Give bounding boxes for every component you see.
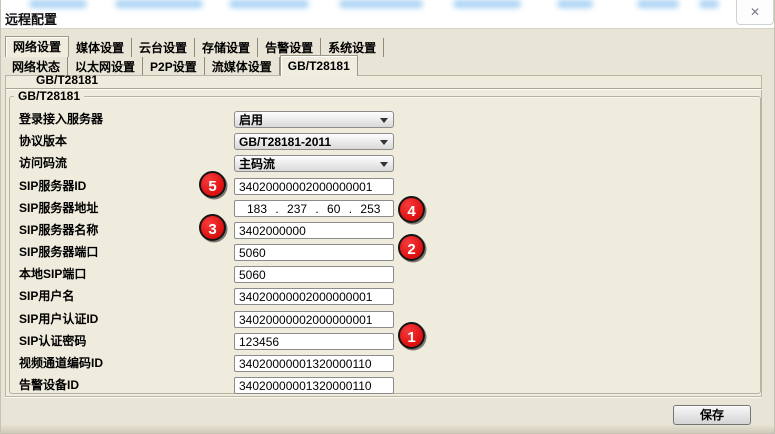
- field-label-告警设备ID: 告警设备ID: [19, 377, 79, 394]
- input-本地SIP端口[interactable]: [234, 266, 394, 283]
- chevron-down-icon: [380, 140, 388, 145]
- redacted-text-blur: [637, 0, 679, 8]
- annotation-badge-1: 1: [398, 322, 425, 349]
- annotation-badge-4: 4: [398, 196, 425, 223]
- input-告警设备ID[interactable]: [234, 377, 394, 394]
- annotation-badge-3: 3: [199, 214, 226, 241]
- tab-l2-流媒体设置[interactable]: 流媒体设置: [205, 57, 280, 76]
- field-label-SIP服务器端口: SIP服务器端口: [19, 244, 98, 261]
- field-label-视频通道编码ID: 视频通道编码ID: [19, 355, 103, 372]
- caption-separator: [6, 88, 762, 90]
- field-label-SIP认证密码: SIP认证密码: [19, 333, 86, 350]
- redacted-text-blur: [453, 0, 521, 8]
- title-bar: 远程配置 ✕: [1, 0, 775, 29]
- tab-l1-存储设置[interactable]: 存储设置: [195, 38, 258, 57]
- redacted-text-blur: [699, 0, 719, 8]
- input-SIP服务器地址[interactable]: [234, 200, 394, 217]
- close-button[interactable]: ✕: [736, 0, 774, 25]
- redacted-text-blur: [115, 0, 203, 8]
- tab-bar-level1: 网络设置媒体设置云台设置存储设置告警设置系统设置: [5, 36, 384, 57]
- annotation-badge-2: 2: [398, 234, 425, 261]
- tab-l1-媒体设置[interactable]: 媒体设置: [69, 38, 132, 57]
- redacted-text-blur: [557, 0, 593, 8]
- remote-config-dialog: 远程配置 ✕ 网络设置媒体设置云台设置存储设置告警设置系统设置 网络状态以太网设…: [0, 0, 775, 434]
- dropdown-访问码流[interactable]: 主码流: [234, 155, 394, 172]
- input-SIP服务器端口[interactable]: [234, 244, 394, 261]
- dropdown-协议版本[interactable]: GB/T28181-2011: [234, 133, 394, 150]
- field-label-SIP服务器ID: SIP服务器ID: [19, 178, 86, 195]
- input-视频通道编码ID[interactable]: [234, 355, 394, 372]
- tab-l1-网络设置[interactable]: 网络设置: [5, 36, 69, 57]
- dropdown-value: 启用: [239, 113, 263, 127]
- input-SIP服务器名称[interactable]: [234, 222, 394, 239]
- input-SIP用户认证ID[interactable]: [234, 311, 394, 328]
- redacted-text-blur: [29, 0, 87, 8]
- close-icon: ✕: [750, 6, 760, 18]
- field-label-访问码流: 访问码流: [19, 155, 67, 172]
- tab-l1-云台设置[interactable]: 云台设置: [132, 38, 195, 57]
- redacted-text-blur: [339, 0, 423, 8]
- field-label-SIP用户名: SIP用户名: [19, 288, 74, 305]
- field-label-SIP服务器名称: SIP服务器名称: [19, 222, 98, 239]
- field-label-SIP用户认证ID: SIP用户认证ID: [19, 311, 98, 328]
- input-SIP用户名[interactable]: [234, 288, 394, 305]
- field-label-SIP服务器地址: SIP服务器地址: [19, 200, 98, 217]
- dropdown-value: GB/T28181-2011: [239, 135, 331, 149]
- input-SIP服务器ID[interactable]: [234, 178, 394, 195]
- redacted-text-blur: [229, 0, 309, 8]
- field-label-协议版本: 协议版本: [19, 133, 67, 150]
- dropdown-登录接入服务器[interactable]: 启用: [234, 111, 394, 128]
- field-label-本地SIP端口: 本地SIP端口: [19, 266, 86, 283]
- dialog-bottom-shadow: [1, 424, 775, 433]
- tab-l2-GB/T28181[interactable]: GB/T28181: [280, 55, 358, 76]
- tab-l2-P2P设置[interactable]: P2P设置: [143, 57, 205, 76]
- groupbox-legend: GB/T28181: [14, 89, 84, 103]
- chevron-down-icon: [380, 118, 388, 123]
- section-caption: GB/T28181: [36, 73, 98, 87]
- chevron-down-icon: [380, 162, 388, 167]
- input-SIP认证密码[interactable]: [234, 333, 394, 350]
- annotation-badge-5: 5: [199, 171, 226, 198]
- field-label-登录接入服务器: 登录接入服务器: [19, 111, 103, 128]
- window-title: 远程配置: [5, 9, 57, 28]
- save-button[interactable]: 保存: [673, 405, 751, 425]
- dropdown-value: 主码流: [239, 157, 275, 171]
